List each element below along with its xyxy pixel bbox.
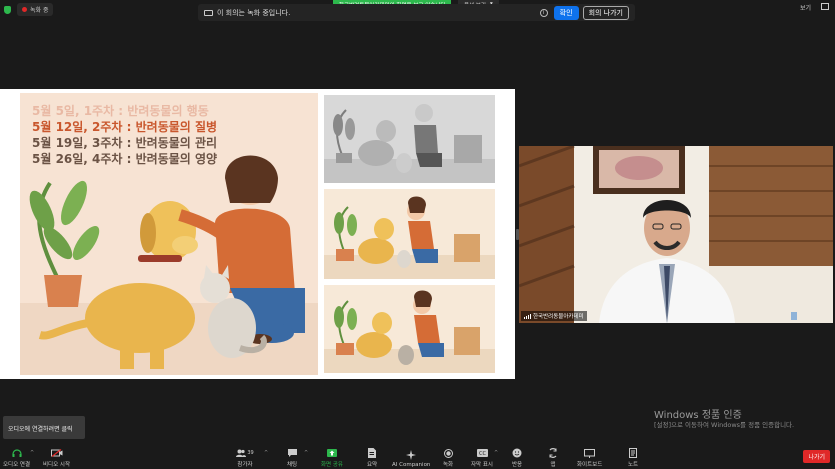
participants-icon: 39 (235, 448, 255, 458)
participants-options-caret-icon[interactable]: ^ (264, 450, 268, 456)
notes-button[interactable]: 노트 (627, 448, 639, 468)
participants-button[interactable]: 39 참가자 (235, 448, 255, 468)
chat-label: 채팅 (286, 462, 298, 468)
color-dog-owner-illustration-3 (324, 285, 495, 373)
apps-icon (547, 448, 559, 458)
confirm-button[interactable]: 확인 (553, 5, 579, 20)
recording-notice-bar: 이 회의는 녹화 중입니다. i 확인 회의 나가기 (198, 4, 635, 21)
record-dot-icon (22, 7, 27, 12)
agenda-item-week-1: 5월 5일, 1주차 : 반려동물의 행동 (32, 104, 209, 118)
agenda-item-week-4: 5월 26일, 4주차 : 반려동물의 영양 (32, 152, 218, 166)
recording-notice-text: 이 회의는 녹화 중입니다. (217, 8, 291, 17)
slide-thumbnail-2 (324, 189, 495, 279)
agenda-list: 5월 5일, 1주차 : 반려동물의 행동 5월 12일, 2주차 : 반려동물… (32, 103, 217, 167)
participant-name-tag: 한국반려동물아카데미 (521, 311, 587, 321)
apps-button[interactable]: 앱 (547, 448, 559, 468)
video-label: 비디오 시작 (43, 462, 71, 468)
agenda-item-week-3: 5월 19일, 3주차 : 반려동물의 관리 (32, 136, 218, 150)
sparkle-icon (405, 450, 417, 460)
whiteboard-label: 화이트보드 (577, 462, 603, 468)
recording-camera-icon (204, 9, 213, 16)
shield-icon[interactable] (4, 5, 11, 14)
notes-label: 노트 (627, 462, 639, 468)
notes-icon (627, 448, 639, 458)
view-button[interactable]: 보기 (800, 3, 811, 12)
video-off-icon (50, 448, 63, 458)
reaction-smiley-icon (511, 448, 523, 458)
audio-tooltip: 오디오에 연결하려면 클릭 (3, 416, 85, 439)
audio-options-caret-icon[interactable]: ^ (30, 450, 34, 456)
windows-activation-subtitle: [설정]으로 이동하여 Windows를 정품 인증합니다. (654, 421, 795, 429)
color-dog-owner-illustration-2 (324, 189, 495, 279)
svg-text:CC: CC (479, 451, 486, 457)
captions-button[interactable]: CC 자막 표시 (471, 448, 493, 468)
captions-icon: CC (476, 448, 488, 458)
participants-count: 39 (247, 450, 254, 456)
presenter-video-frame (519, 146, 833, 323)
reactions-label: 반응 (511, 462, 523, 468)
summary-icon (366, 448, 378, 458)
ai-companion-button[interactable]: AI Companion (392, 450, 430, 468)
record-label: 녹화 (442, 462, 454, 468)
recording-label: 녹화 중 (30, 7, 49, 14)
meeting-toolbar: 오디오 연결 ^ 비디오 시작 39 참가자 ^ 채팅 ^ 화면 공유 요약 A… (0, 445, 835, 469)
chat-icon (286, 448, 298, 458)
apps-label: 앱 (550, 462, 556, 468)
chat-button[interactable]: 채팅 (286, 448, 298, 468)
slide-main-illustration: 5월 5일, 1주차 : 반려동물의 행동 5월 12일, 2주차 : 반려동물… (20, 93, 318, 375)
share-screen-button[interactable]: 화면 공유 (321, 448, 343, 468)
share-screen-icon (326, 448, 338, 458)
meeting-status: 녹화 중 (4, 3, 54, 16)
record-icon (442, 448, 454, 458)
info-icon[interactable]: i (539, 8, 548, 17)
summary-button[interactable]: 요약 (366, 448, 378, 468)
top-right-controls: 보기 (800, 3, 829, 12)
share-screen-label: 화면 공유 (321, 462, 343, 468)
captions-label: 자막 표시 (471, 462, 493, 468)
participants-label: 참가자 (237, 462, 253, 468)
signal-strength-icon (524, 313, 531, 319)
whiteboard-button[interactable]: 화이트보드 (577, 448, 602, 468)
whiteboard-icon (584, 448, 596, 458)
grayscale-dog-owner-illustration (324, 95, 495, 183)
ai-companion-label: AI Companion (392, 462, 431, 468)
recording-indicator[interactable]: 녹화 중 (17, 3, 54, 16)
shared-screen: 5월 5일, 1주차 : 반려동물의 행동 5월 12일, 2주차 : 반려동물… (0, 89, 515, 379)
participant-name: 한국반려동물아카데미 (533, 314, 584, 320)
record-button[interactable]: 녹화 (442, 448, 454, 468)
audio-button[interactable]: 오디오 연결 (3, 448, 30, 468)
headphones-icon (11, 448, 23, 458)
leave-button[interactable]: 나가기 (803, 450, 830, 463)
fullscreen-icon[interactable] (821, 3, 829, 10)
presenter-video[interactable]: 한국반려동물아카데미 (519, 146, 833, 323)
audio-label: 오디오 연결 (3, 462, 31, 468)
summary-label: 요약 (366, 462, 378, 468)
leave-meeting-button[interactable]: 회의 나가기 (582, 5, 629, 20)
chat-options-caret-icon[interactable]: ^ (304, 450, 308, 456)
video-button[interactable]: 비디오 시작 (43, 448, 70, 468)
captions-options-caret-icon[interactable]: ^ (494, 450, 498, 456)
slide-thumbnail-3 (324, 285, 495, 373)
reactions-button[interactable]: 반응 (511, 448, 523, 468)
agenda-item-week-2: 5월 12일, 2주차 : 반려동물의 질병 (32, 120, 218, 134)
slide-thumbnail-1 (324, 95, 495, 183)
